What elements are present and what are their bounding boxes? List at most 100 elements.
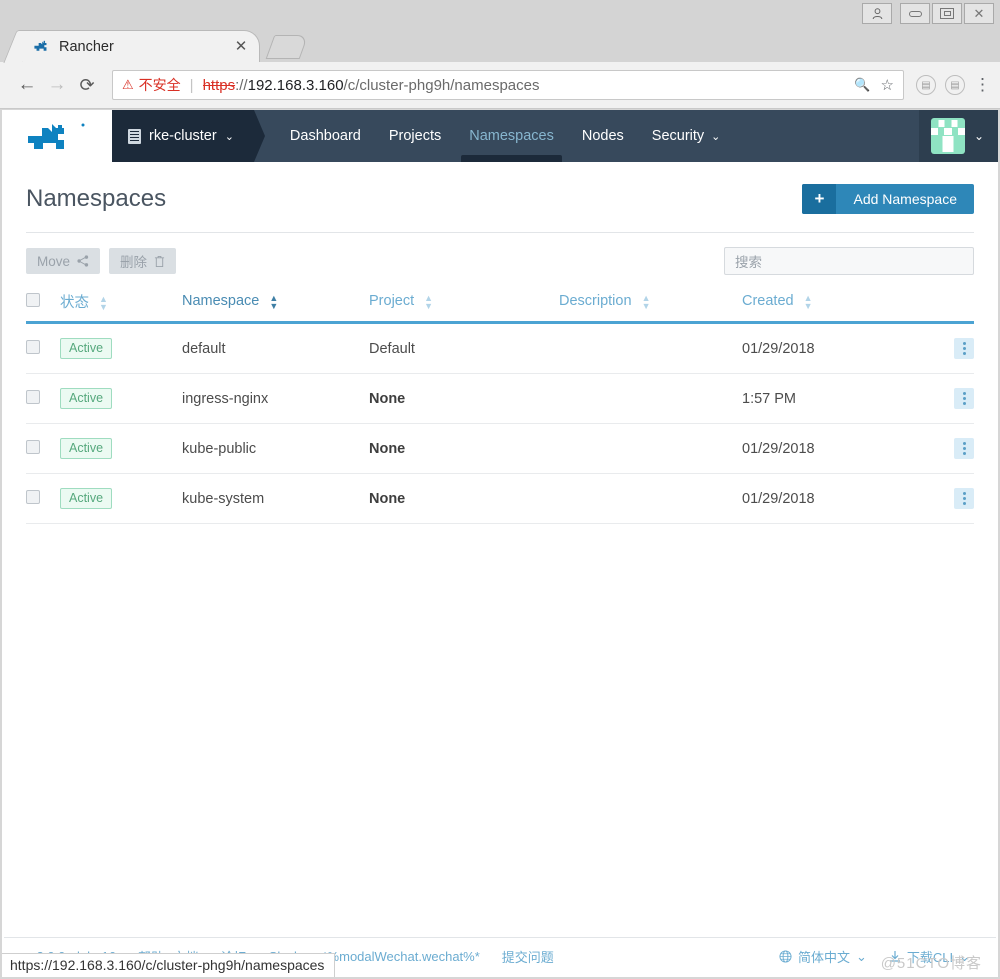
language-selector[interactable]: 简体中文 ⌄	[779, 947, 867, 966]
address-bar[interactable]: ⚠ 不安全 | https://192.168.3.160/c/cluster-…	[112, 70, 904, 100]
add-namespace-label: Add Namespace	[853, 191, 957, 207]
browser-menu-icon[interactable]: ⋮	[974, 75, 991, 95]
new-tab-button[interactable]	[265, 35, 309, 59]
table-toolbar: Move 删除 搜索	[26, 233, 974, 285]
back-button[interactable]: ←	[12, 70, 42, 100]
nav-item-projects[interactable]: Projects	[375, 110, 455, 162]
share-icon	[77, 255, 89, 267]
row-state-cell: Active	[60, 322, 182, 374]
row-namespace-cell: default	[182, 322, 369, 374]
row-namespace-cell: ingress-nginx	[182, 373, 369, 424]
sort-icon: ▲ ▼	[803, 292, 813, 311]
cluster-selector[interactable]: rke-cluster ⌄	[112, 110, 265, 162]
column-header-actions	[926, 285, 974, 324]
row-actions-menu-icon[interactable]	[954, 488, 974, 509]
trash-icon	[154, 255, 165, 267]
nav-item-namespaces[interactable]: Namespaces	[455, 110, 568, 162]
nav-label: Dashboard	[289, 128, 361, 144]
security-indicator[interactable]: ⚠ 不安全	[122, 75, 181, 95]
table-row[interactable]: Active default Default 01/29/2018	[26, 322, 974, 374]
row-created-cell: 1:57 PM	[742, 373, 926, 424]
table-row[interactable]: Active kube-public None 01/29/2018	[26, 423, 974, 474]
extension-icon-1[interactable]: ▤	[916, 75, 936, 95]
minimize-button[interactable]	[900, 3, 930, 24]
table-head: 状态 ▲ ▼ Namespace ▲ ▼ Project ▲ ▼ Descript	[26, 285, 974, 324]
reload-icon: ⟳	[79, 74, 95, 95]
page-header: Namespaces + Add Namespace	[26, 162, 974, 232]
column-header-project[interactable]: Project ▲ ▼	[369, 285, 559, 324]
maximize-button[interactable]	[932, 3, 962, 24]
zoom-icon[interactable]: 🔍	[854, 77, 870, 93]
reload-button[interactable]: ⟳	[72, 70, 102, 100]
row-checkbox[interactable]	[26, 339, 40, 354]
sort-icon: ▲ ▼	[424, 292, 434, 311]
select-all-checkbox[interactable]	[26, 292, 40, 307]
column-label: 状态	[60, 295, 89, 311]
link-status-bar: https://192.168.3.160/c/cluster-phg9h/na…	[2, 953, 336, 977]
tab-close-icon[interactable]: ✕	[233, 39, 249, 54]
search-placeholder: 搜索	[735, 255, 762, 270]
tab-title: Rancher	[59, 38, 114, 55]
column-header-state[interactable]: 状态 ▲ ▼	[60, 285, 182, 324]
status-badge: Active	[60, 388, 113, 409]
row-checkbox[interactable]	[26, 389, 40, 404]
table-row[interactable]: Active ingress-nginx None 1:57 PM	[26, 373, 974, 424]
row-state-cell: Active	[60, 423, 182, 474]
close-button[interactable]: ✕	[964, 3, 994, 24]
column-header-created[interactable]: Created ▲ ▼	[742, 285, 926, 324]
rancher-app: rke-cluster ⌄ Dashboard Projects Namespa…	[2, 110, 998, 977]
delete-button[interactable]: 删除	[109, 248, 177, 274]
footer-link-file-issue[interactable]: 提交问题	[502, 947, 554, 966]
nav-item-nodes[interactable]: Nodes	[568, 110, 638, 162]
chevron-down-icon: ⌄	[973, 129, 984, 143]
row-actions-menu-icon[interactable]	[954, 438, 974, 459]
row-actions-menu-icon[interactable]	[954, 388, 974, 409]
browser-window: ✕ Rancher ✕ ← → ⟳ ⚠ 不安全 | https://192.16…	[0, 0, 1000, 979]
column-label: Created	[742, 293, 794, 310]
row-namespace-cell: kube-system	[182, 473, 369, 524]
row-description-cell	[559, 322, 742, 374]
omnibox-separator: |	[189, 76, 194, 94]
row-created-cell: 01/29/2018	[742, 423, 926, 474]
bookmark-star-icon[interactable]: ☆	[881, 76, 894, 94]
forward-button: →	[42, 70, 72, 100]
chevron-down-icon: ⌄	[855, 948, 867, 964]
nav-item-security[interactable]: Security ⌄	[638, 110, 735, 162]
extension-icon-2[interactable]: ▤	[945, 75, 965, 95]
browser-toolbar: ← → ⟳ ⚠ 不安全 | https://192.168.3.160/c/cl…	[0, 62, 1000, 109]
row-actions-cell	[926, 373, 974, 424]
page-title: Namespaces	[26, 185, 167, 212]
user-menu[interactable]: ⌄	[918, 110, 998, 162]
search-input[interactable]: 搜索	[724, 247, 974, 275]
footer-link-wechat[interactable]: *%modalWechat.wechat%*	[323, 949, 480, 964]
row-select-cell	[26, 473, 60, 524]
row-created-cell: 01/29/2018	[742, 473, 926, 524]
sort-icon: ▲ ▼	[269, 292, 279, 311]
status-badge: Active	[60, 438, 113, 459]
row-project-cell: None	[369, 473, 559, 524]
nav-label: Namespaces	[469, 128, 554, 144]
nav-item-dashboard[interactable]: Dashboard	[276, 110, 375, 162]
row-actions-menu-icon[interactable]	[954, 338, 974, 359]
warning-triangle-icon: ⚠	[122, 77, 134, 92]
add-namespace-button[interactable]: + Add Namespace	[802, 184, 974, 214]
url-scheme-sep: ://	[235, 76, 248, 94]
column-header-namespace[interactable]: Namespace ▲ ▼	[182, 285, 369, 324]
minimize-icon	[908, 10, 922, 17]
table-row[interactable]: Active kube-system None 01/29/2018	[26, 473, 974, 524]
select-all-header	[26, 285, 60, 324]
row-checkbox[interactable]	[26, 489, 40, 504]
tab-strip: Rancher ✕	[0, 28, 1000, 62]
row-state-cell: Active	[60, 373, 182, 424]
profile-icon[interactable]	[862, 3, 892, 24]
chevron-down-icon: ⌄	[711, 130, 721, 143]
row-actions-cell	[926, 423, 974, 474]
rancher-logo[interactable]	[2, 110, 112, 162]
column-label: Project	[369, 293, 415, 310]
column-header-description[interactable]: Description ▲ ▼	[559, 285, 742, 324]
status-badge: Active	[60, 338, 113, 359]
browser-tab-rancher[interactable]: Rancher ✕	[22, 30, 260, 62]
move-button[interactable]: Move	[26, 248, 101, 274]
table-body: Active default Default 01/29/2018 Active…	[26, 322, 974, 524]
row-checkbox[interactable]	[26, 439, 40, 454]
